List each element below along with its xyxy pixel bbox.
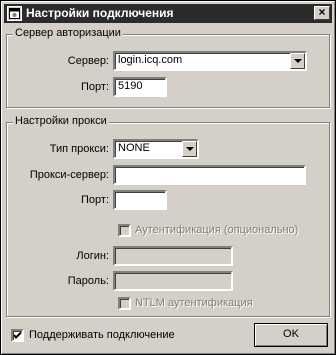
ok-button-label: OK — [283, 328, 299, 340]
app-window-icon — [7, 6, 22, 21]
proxy-type-label: Тип прокси: — [49, 143, 109, 155]
proxy-server-label: Прокси-сервер: — [29, 169, 109, 181]
auth-server-group-title: Сервер авторизации — [13, 27, 123, 39]
proxy-type-select[interactable]: NONE — [113, 139, 199, 159]
ntlm-auth-checkbox[interactable] — [118, 297, 131, 310]
auth-server-group: Сервер авторизации Сервер: login.icq.com… — [6, 27, 330, 108]
port-value: 5190 — [118, 80, 143, 92]
proxy-auth-checkbox-label[interactable]: Аутентификация (опционально) — [135, 224, 298, 236]
proxy-port-label: Порт: — [81, 194, 109, 206]
password-input[interactable] — [113, 271, 233, 291]
ntlm-auth-checkbox-label[interactable]: NTLM аутентификация — [135, 297, 253, 309]
chevron-down-icon — [186, 147, 194, 151]
server-dropdown-button[interactable] — [290, 53, 305, 69]
proxy-server-input[interactable] — [113, 165, 306, 185]
proxy-settings-group: Настройки прокси Тип прокси: NONE Прокси… — [6, 115, 330, 317]
title-bar[interactable]: Настройки подключения × — [4, 4, 332, 23]
chevron-down-icon — [294, 59, 302, 63]
proxy-port-input[interactable] — [113, 190, 167, 210]
port-label: Порт: — [81, 81, 109, 93]
close-button[interactable]: × — [314, 6, 330, 20]
ok-button[interactable]: OK — [254, 323, 328, 347]
proxy-type-value: NONE — [118, 142, 150, 154]
password-label: Пароль: — [67, 275, 109, 287]
keep-connection-label[interactable]: Поддерживать подключение — [29, 329, 175, 341]
keep-connection-checkbox[interactable] — [11, 329, 24, 342]
connection-settings-dialog: Настройки подключения × Сервер авторизац… — [0, 0, 336, 355]
login-label: Логин: — [76, 250, 109, 262]
port-input[interactable]: 5190 — [113, 77, 167, 97]
window-title: Настройки подключения — [26, 6, 174, 20]
proxy-auth-checkbox[interactable] — [118, 224, 131, 237]
checkmark-icon — [13, 331, 22, 339]
server-value: login.icq.com — [118, 54, 183, 66]
proxy-settings-group-title: Настройки прокси — [13, 115, 109, 127]
proxy-type-dropdown-button[interactable] — [182, 141, 197, 157]
server-combobox[interactable]: login.icq.com — [113, 51, 307, 71]
server-label: Сервер: — [67, 55, 109, 67]
login-input[interactable] — [113, 246, 233, 266]
close-icon: × — [318, 5, 326, 19]
